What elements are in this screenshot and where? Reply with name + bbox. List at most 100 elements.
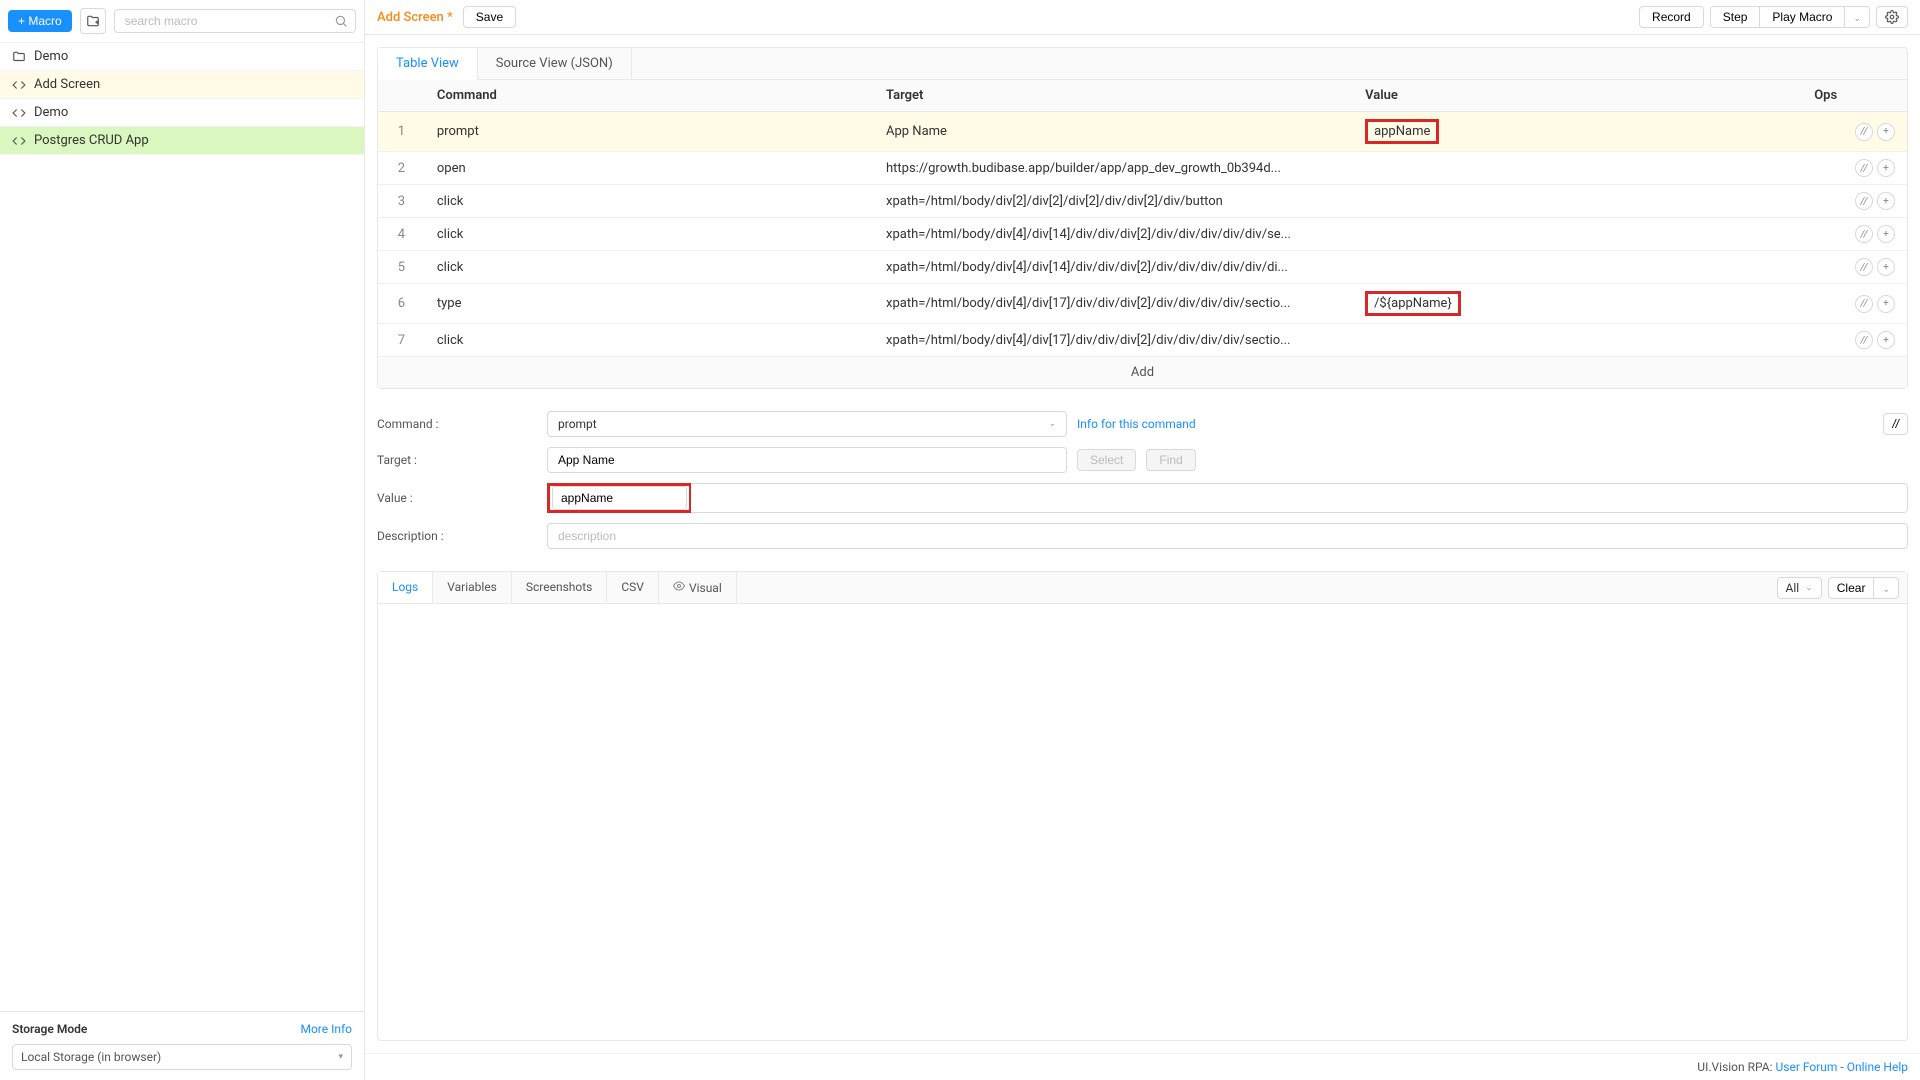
add-step-button[interactable]: +	[1877, 258, 1895, 276]
chevron-down-icon: ⌄	[1048, 419, 1056, 429]
step-button[interactable]: Step	[1711, 7, 1761, 27]
sidebar-macro-item[interactable]: Postgres CRUD App	[0, 127, 364, 155]
tab-table-view[interactable]: Table View	[378, 48, 478, 80]
row-num: 5	[378, 251, 425, 284]
logs-controls: All ⌄ Clear ⌄	[1777, 577, 1907, 599]
table-row[interactable]: 5clickxpath=/html/body/div[4]/div[14]/di…	[378, 251, 1907, 284]
editor-panel: Command : prompt ⌄ Info for this command…	[377, 401, 1908, 559]
row-ops: //+	[1802, 251, 1907, 284]
row-target: xpath=/html/body/div[4]/div[14]/div/div/…	[874, 218, 1353, 251]
command-select[interactable]: prompt ⌄	[547, 411, 1067, 437]
storage-mode-title: Storage Mode	[12, 1022, 87, 1036]
comment-toggle-button[interactable]: //	[1855, 258, 1873, 276]
table-row[interactable]: 1promptApp NameappName//+	[378, 112, 1907, 152]
sidebar-macro-item[interactable]: Demo	[0, 99, 364, 127]
table-row[interactable]: 3clickxpath=/html/body/div[2]/div[2]/div…	[378, 185, 1907, 218]
value-input[interactable]	[552, 486, 687, 510]
add-row-button[interactable]: Add	[378, 357, 1907, 388]
comment-toggle-button[interactable]: //	[1855, 123, 1873, 141]
add-step-button[interactable]: +	[1877, 331, 1895, 349]
table-row[interactable]: 4clickxpath=/html/body/div[4]/div[14]/di…	[378, 218, 1907, 251]
log-filter-select[interactable]: All ⌄	[1777, 577, 1822, 599]
search-input[interactable]	[114, 9, 356, 33]
select-button[interactable]: Select	[1077, 449, 1136, 471]
play-macro-button[interactable]: Play Macro	[1760, 7, 1845, 27]
logs-card: LogsVariablesScreenshotsCSVVisual All ⌄ …	[377, 571, 1908, 1041]
label-target: Target :	[377, 453, 537, 467]
row-command: type	[425, 284, 874, 324]
table-row[interactable]: 2openhttps://growth.budibase.app/builder…	[378, 152, 1907, 185]
comment-toggle-button[interactable]: //	[1855, 192, 1873, 210]
save-button[interactable]: Save	[463, 6, 516, 28]
row-num: 7	[378, 324, 425, 357]
topbar-right: Record Step Play Macro ⌄	[1639, 6, 1908, 28]
comment-toggle-button[interactable]: //	[1855, 331, 1873, 349]
commands-table: Command Target Value Ops 1promptApp Name…	[378, 80, 1907, 357]
value-input-ext[interactable]	[691, 483, 1908, 513]
search-wrap	[114, 9, 356, 33]
description-input[interactable]	[547, 523, 1908, 549]
clear-group: Clear ⌄	[1828, 577, 1899, 599]
comment-toggle-button[interactable]: //	[1855, 159, 1873, 177]
add-step-button[interactable]: +	[1877, 123, 1895, 141]
row-command: click	[425, 185, 874, 218]
add-step-button[interactable]: +	[1877, 192, 1895, 210]
row-value: appName	[1353, 112, 1802, 152]
play-dropdown-button[interactable]: ⌄	[1845, 7, 1869, 27]
add-macro-button[interactable]: + Macro	[8, 10, 72, 32]
sidebar: + Macro DemoAdd ScreenDemoPostgres CRUD …	[0, 0, 365, 1080]
eye-icon	[673, 581, 685, 595]
comment-toggle-button[interactable]: //	[1855, 295, 1873, 313]
storage-header: Storage Mode More Info	[12, 1022, 352, 1036]
target-input[interactable]	[547, 447, 1067, 473]
clear-dropdown-button[interactable]: ⌄	[1874, 578, 1898, 598]
add-step-button[interactable]: +	[1877, 225, 1895, 243]
row-target: xpath=/html/body/div[4]/div[14]/div/div/…	[874, 251, 1353, 284]
row-target: xpath=/html/body/div[2]/div[2]/div[2]/di…	[874, 185, 1353, 218]
online-help-link[interactable]: Online Help	[1847, 1060, 1908, 1074]
value-highlight-box	[547, 483, 692, 513]
sidebar-item-label: Demo	[34, 105, 68, 120]
add-step-button[interactable]: +	[1877, 159, 1895, 177]
chevron-down-icon: ⌄	[1805, 583, 1813, 593]
logs-tab-csv[interactable]: CSV	[607, 572, 659, 603]
logs-tab-visual[interactable]: Visual	[659, 572, 737, 603]
gear-icon	[1885, 10, 1899, 24]
table-row[interactable]: 7clickxpath=/html/body/div[4]/div[17]/di…	[378, 324, 1907, 357]
macro-title: Add Screen *	[377, 10, 453, 25]
logs-tab-screenshots[interactable]: Screenshots	[512, 572, 607, 603]
code-icon	[12, 134, 26, 148]
toggle-comment-button[interactable]: //	[1883, 413, 1908, 435]
storage-select[interactable]: Local Storage (in browser) ▾	[12, 1044, 352, 1070]
editor-row-value: Value :	[377, 483, 1908, 513]
logs-tab-variables[interactable]: Variables	[433, 572, 512, 603]
row-ops: //+	[1802, 152, 1907, 185]
logs-tab-logs[interactable]: Logs	[378, 572, 433, 603]
comment-toggle-button[interactable]: //	[1855, 225, 1873, 243]
chevron-down-icon: ⌄	[1853, 13, 1861, 23]
row-ops: //+	[1802, 218, 1907, 251]
row-ops: //+	[1802, 324, 1907, 357]
settings-button[interactable]	[1876, 6, 1908, 28]
row-num: 2	[378, 152, 425, 185]
row-command: click	[425, 251, 874, 284]
editor-row-command: Command : prompt ⌄ Info for this command…	[377, 411, 1908, 437]
log-filter-value: All	[1786, 581, 1800, 595]
sidebar-macro-item[interactable]: Add Screen	[0, 71, 364, 99]
row-command: prompt	[425, 112, 874, 152]
content: Table View Source View (JSON) Command Ta…	[365, 35, 1920, 1053]
add-step-button[interactable]: +	[1877, 295, 1895, 313]
clear-button[interactable]: Clear	[1829, 578, 1875, 598]
new-folder-button[interactable]	[80, 8, 106, 34]
table-row[interactable]: 6typexpath=/html/body/div[4]/div[17]/div…	[378, 284, 1907, 324]
chevron-down-icon: ▾	[338, 1052, 343, 1062]
more-info-link[interactable]: More Info	[300, 1022, 352, 1036]
record-button[interactable]: Record	[1639, 6, 1704, 28]
info-command-link[interactable]: Info for this command	[1077, 417, 1196, 431]
tab-source-view[interactable]: Source View (JSON)	[478, 48, 632, 79]
user-forum-link[interactable]: User Forum	[1776, 1060, 1838, 1074]
find-button[interactable]: Find	[1146, 449, 1195, 471]
row-ops: //+	[1802, 112, 1907, 152]
sidebar-bottom: Storage Mode More Info Local Storage (in…	[0, 1011, 364, 1080]
sidebar-folder[interactable]: Demo	[0, 43, 364, 71]
